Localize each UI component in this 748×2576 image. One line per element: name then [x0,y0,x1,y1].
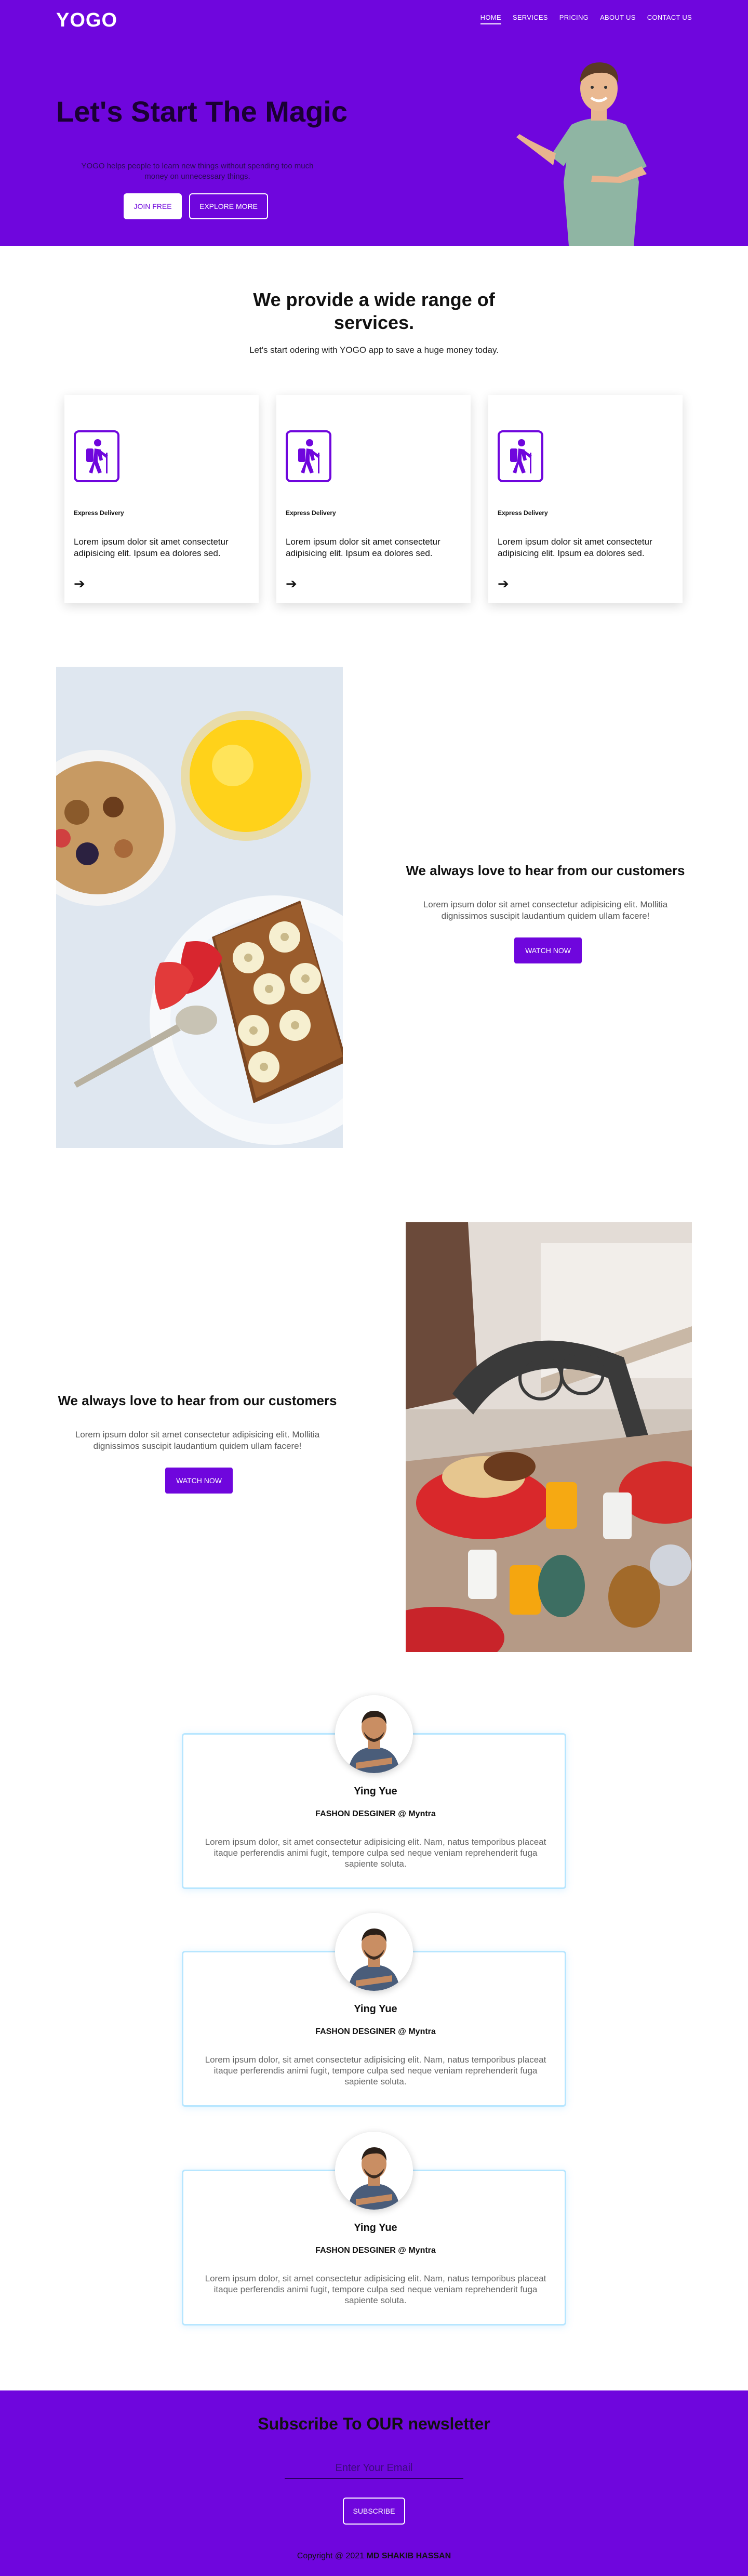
cafe-table-image [406,1222,692,1652]
testimonial-name: Ying Yue [354,2003,397,2015]
hero-description: YOGO helps people to learn new things wi… [81,162,314,181]
testimonial-role: FASHON DESGINER @ Myntra [315,2246,436,2255]
testimonial-role: FASHON DESGINER @ Myntra [315,1809,436,1818]
testimonial-role: FASHON DESGINER @ Myntra [315,2027,436,2036]
hiker-icon [498,430,543,482]
nav-about-us[interactable]: ABOUT US [600,14,636,24]
nav-home[interactable]: HOME [480,14,501,24]
main-nav: HOME SERVICES PRICING ABOUT US CONTACT U… [480,14,692,24]
testimonial-text: Lorem ipsum dolor, sit amet consectetur … [205,2055,546,2086]
breakfast-image [56,667,343,1148]
services-subheading: Let's start odering with YOGO app to sav… [249,345,499,355]
email-input[interactable] [285,2458,463,2479]
hiker-icon [74,430,119,482]
testimonial-text: Lorem ipsum dolor, sit amet consectetur … [205,1837,546,1869]
service-card-title: Express Delivery [286,509,336,517]
services-heading: We provide a wide range of services. [253,289,495,333]
explore-more-button[interactable]: EXPLORE MORE [189,193,268,219]
subscribe-button[interactable]: SUBSCRIBE [343,2498,405,2525]
service-card-text: Lorem ipsum dolor sit amet consectetur a… [74,537,229,558]
watch-now-button[interactable]: WATCH NOW [514,937,582,963]
nav-pricing[interactable]: PRICING [559,14,589,24]
hero-section: YOGO HOME SERVICES PRICING ABOUT US CONT… [0,0,748,246]
avatar [335,1695,413,1773]
newsletter-section: Subscribe To OUR newsletter SUBSCRIBE Co… [0,2390,748,2576]
copyright-author: MD SHAKIB HASSAN [366,2552,451,2560]
arrow-right-icon[interactable]: ➔ [286,576,297,592]
feature-1-text: Lorem ipsum dolor sit amet consectetur a… [423,900,668,921]
testimonial-text: Lorem ipsum dolor, sit amet consectetur … [205,2274,546,2305]
hero-person-image [516,62,647,246]
service-card-title: Express Delivery [498,509,548,517]
logo[interactable]: YOGO [56,9,117,32]
copyright-prefix: Copyright @ 2021 [297,2552,365,2560]
avatar [335,1913,413,1991]
join-free-button[interactable]: JOIN FREE [124,193,182,219]
service-card[interactable]: Express Delivery Lorem ipsum dolor sit a… [488,395,683,603]
newsletter-title: Subscribe To OUR newsletter [258,2414,490,2433]
service-card[interactable]: Express Delivery Lorem ipsum dolor sit a… [276,395,471,603]
feature-2-text: Lorem ipsum dolor sit amet consectetur a… [75,1430,320,1451]
testimonial-name: Ying Yue [354,2222,397,2234]
service-card-title: Express Delivery [74,509,124,517]
arrow-right-icon[interactable]: ➔ [74,576,85,592]
testimonial-name: Ying Yue [354,1786,397,1797]
nav-contact-us[interactable]: CONTACT US [647,14,692,24]
hiker-icon [286,430,331,482]
avatar [335,2132,413,2210]
feature-1-title: We always love to hear from our customer… [406,863,685,878]
service-card-text: Lorem ipsum dolor sit amet consectetur a… [286,537,440,558]
service-card-text: Lorem ipsum dolor sit amet consectetur a… [498,537,652,558]
watch-now-button[interactable]: WATCH NOW [165,1468,233,1494]
arrow-right-icon[interactable]: ➔ [498,576,509,592]
hero-title: Let's Start The Magic [56,95,348,128]
feature-2-title: We always love to hear from our customer… [58,1393,337,1408]
nav-services[interactable]: SERVICES [513,14,548,24]
service-card[interactable]: Express Delivery Lorem ipsum dolor sit a… [64,395,259,603]
copyright: Copyright @ 2021 MD SHAKIB HASSAN [0,2552,748,2561]
